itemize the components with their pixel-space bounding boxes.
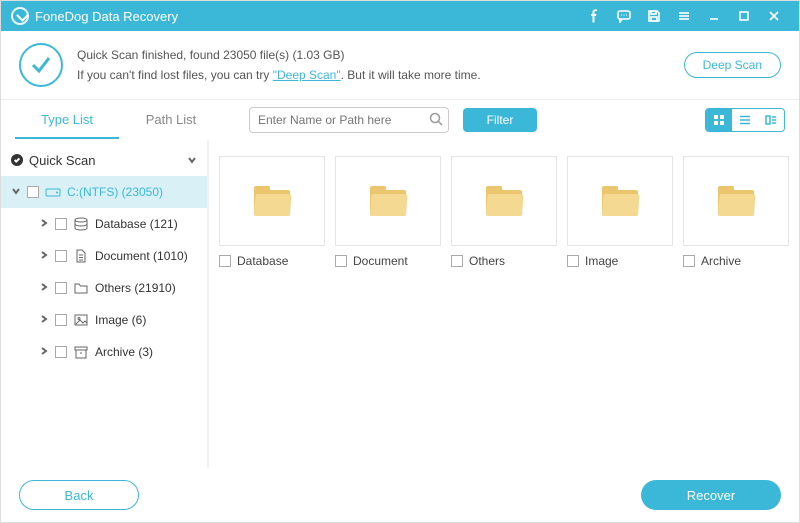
chevron-right-icon[interactable] [39,345,49,359]
chevron-right-icon[interactable] [39,249,49,263]
database-icon [73,217,89,231]
view-mode-switch [705,108,785,132]
view-grid-icon[interactable] [706,109,732,131]
footer: Back Recover [1,468,799,522]
save-icon[interactable] [645,7,663,25]
checkbox[interactable] [567,255,579,267]
tab-type-list[interactable]: Type List [15,102,119,139]
sidebar-drive-c[interactable]: C:(NTFS) (23050) [1,176,207,208]
toolbar: Type List Path List Filter [1,100,799,140]
chevron-down-icon[interactable] [11,185,21,199]
checkbox[interactable] [219,255,231,267]
chevron-down-icon[interactable] [187,153,197,168]
chevron-right-icon[interactable] [39,281,49,295]
folder-image[interactable]: Image [567,156,673,268]
folder-icon [73,281,89,295]
deep-scan-button[interactable]: Deep Scan [684,52,781,78]
folder-icon [718,186,754,216]
checkbox[interactable] [27,186,39,198]
app-logo-icon [11,7,29,25]
folder-icon [370,186,406,216]
sidebar-root-label: Quick Scan [29,153,95,168]
search-input[interactable] [249,107,449,133]
view-list-icon[interactable] [732,109,758,131]
checkbox[interactable] [683,255,695,267]
facebook-icon[interactable] [585,7,603,25]
recover-button[interactable]: Recover [641,480,781,510]
folder-icon [254,186,290,216]
tab-path-list[interactable]: Path List [119,102,223,139]
document-icon [73,249,89,263]
deep-scan-link[interactable]: "Deep Scan" [273,68,341,82]
status-panel: Quick Scan finished, found 23050 file(s)… [1,31,799,100]
checkbox[interactable] [55,314,67,326]
folder-label: Archive [701,254,741,268]
image-icon [73,313,89,327]
status-line-2: If you can't find lost files, you can tr… [77,65,684,85]
sidebar-item-label: Database (121) [95,217,178,231]
titlebar: FoneDog Data Recovery [1,1,799,31]
app-title: FoneDog Data Recovery [35,9,178,24]
back-button[interactable]: Back [19,480,139,510]
folder-database[interactable]: Database [219,156,325,268]
folder-label: Image [585,254,618,268]
check-dot-icon [11,154,23,166]
folder-document[interactable]: Document [335,156,441,268]
sidebar-item-label: Image (6) [95,313,146,327]
menu-icon[interactable] [675,7,693,25]
filter-button[interactable]: Filter [463,108,537,132]
status-line-1: Quick Scan finished, found 23050 file(s)… [77,45,684,65]
archive-icon [73,345,89,359]
feedback-icon[interactable] [615,7,633,25]
folder-others[interactable]: Others [451,156,557,268]
minimize-icon[interactable] [705,7,723,25]
sidebar-item-label: Archive (3) [95,345,153,359]
sidebar-item-archive[interactable]: Archive (3) [1,336,207,368]
folder-label: Others [469,254,505,268]
maximize-icon[interactable] [735,7,753,25]
sidebar-item-database[interactable]: Database (121) [1,208,207,240]
checkbox[interactable] [335,255,347,267]
check-circle-icon [19,43,63,87]
close-icon[interactable] [765,7,783,25]
checkbox[interactable] [451,255,463,267]
content-area: Database Document Others Image Archive [209,140,799,468]
sidebar-item-others[interactable]: Others (21910) [1,272,207,304]
checkbox[interactable] [55,282,67,294]
chevron-right-icon[interactable] [39,217,49,231]
checkbox[interactable] [55,250,67,262]
sidebar-item-label: Document (1010) [95,249,188,263]
sidebar-root-quick-scan[interactable]: Quick Scan [1,144,207,176]
folder-icon [602,186,638,216]
folder-archive[interactable]: Archive [683,156,789,268]
folder-icon [486,186,522,216]
sidebar-item-image[interactable]: Image (6) [1,304,207,336]
drive-icon [45,185,61,199]
folder-label: Database [237,254,288,268]
sidebar-item-label: Others (21910) [95,281,176,295]
search-icon[interactable] [429,112,443,131]
view-detail-icon[interactable] [758,109,784,131]
sidebar-drive-label: C:(NTFS) (23050) [67,185,163,199]
checkbox[interactable] [55,346,67,358]
sidebar-item-document[interactable]: Document (1010) [1,240,207,272]
chevron-right-icon[interactable] [39,313,49,327]
sidebar: Quick Scan C:(NTFS) (23050) Database (12… [1,140,209,468]
folder-label: Document [353,254,408,268]
checkbox[interactable] [55,218,67,230]
